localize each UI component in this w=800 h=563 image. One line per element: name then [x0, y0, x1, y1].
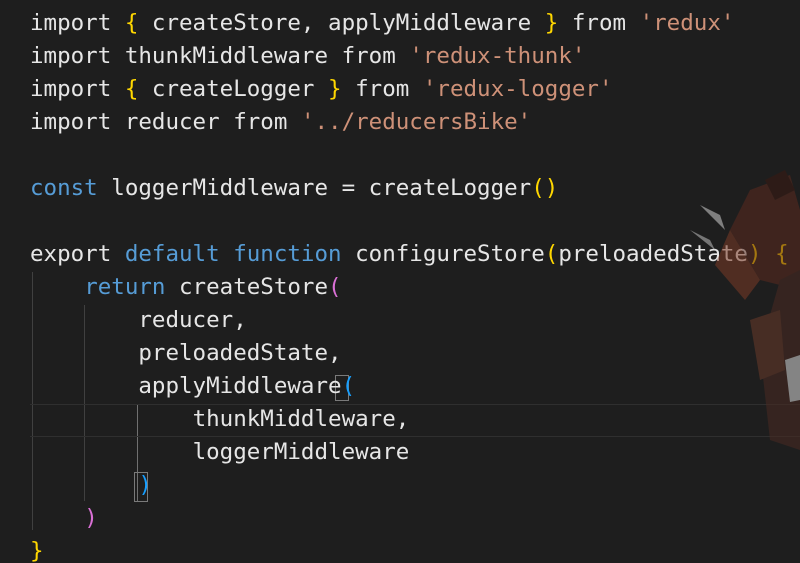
import-name: thunkMiddleware: [124, 43, 329, 69]
code-line-12[interactable]: applyMiddleware(: [30, 370, 355, 403]
code-line-15[interactable]: ): [30, 469, 152, 502]
brace-open: {: [124, 76, 139, 102]
module-string: 'redux': [639, 10, 735, 36]
keyword-default: default: [124, 241, 220, 267]
function-call: createLogger: [368, 175, 532, 201]
argument: preloadedState,: [138, 340, 342, 366]
brace-close: }: [544, 10, 559, 36]
import-names: createStore, applyMiddleware: [138, 10, 545, 36]
paren-close: ): [84, 505, 98, 531]
import-names: createLogger: [138, 76, 329, 102]
code-line-16[interactable]: ): [30, 502, 98, 535]
code-line-4[interactable]: import reducer from '../reducersBike': [30, 106, 531, 139]
keyword-import: import: [30, 10, 112, 36]
keyword-export: export: [30, 241, 112, 267]
variable-name: loggerMiddleware: [111, 175, 329, 201]
brace-close: }: [328, 76, 342, 102]
code-line-11[interactable]: preloadedState,: [30, 337, 342, 370]
code-line-17[interactable]: }: [30, 535, 44, 563]
keyword-const: const: [30, 175, 98, 201]
code-line-8[interactable]: export default function configureStore(p…: [30, 238, 789, 271]
code-line-3[interactable]: import { createLogger } from 'redux-logg…: [30, 73, 613, 106]
brace-open: {: [124, 10, 139, 36]
argument: thunkMiddleware,: [192, 406, 410, 432]
import-name: reducer: [124, 109, 220, 135]
code-line-10[interactable]: reducer,: [30, 304, 247, 337]
module-string: 'redux-thunk': [409, 43, 586, 69]
argument: loggerMiddleware: [192, 439, 410, 465]
paren-open: (: [328, 274, 342, 300]
keyword-function: function: [233, 241, 342, 267]
code-line-2[interactable]: import thunkMiddleware from 'redux-thunk…: [30, 40, 585, 73]
anime-mascot-icon: [690, 170, 800, 450]
paren-open: (: [341, 373, 356, 399]
module-string: 'redux-logger': [422, 76, 613, 102]
keyword-import: import: [30, 76, 112, 102]
keyword-return: return: [84, 274, 166, 300]
keyword-from: from: [571, 10, 627, 36]
code-editor[interactable]: import { createStore, applyMiddleware } …: [0, 0, 800, 563]
keyword-import: import: [30, 43, 112, 69]
call-parens: (): [531, 175, 559, 201]
code-line-6[interactable]: const loggerMiddleware = createLogger(): [30, 172, 558, 205]
code-line-1[interactable]: import { createStore, applyMiddleware } …: [30, 7, 734, 40]
code-line-14[interactable]: loggerMiddleware: [30, 436, 410, 469]
function-call: applyMiddleware: [138, 373, 342, 399]
brace-close: }: [30, 538, 44, 563]
code-line-13[interactable]: thunkMiddleware,: [30, 403, 410, 436]
code-line-9[interactable]: return createStore(: [30, 271, 342, 304]
function-name: configureStore: [355, 241, 545, 267]
keyword-from: from: [355, 76, 410, 102]
keyword-import: import: [30, 109, 112, 135]
operator-assign: =: [341, 175, 356, 201]
module-string: '../reducersBike': [300, 109, 532, 135]
keyword-from: from: [341, 43, 396, 69]
keyword-from: from: [233, 109, 288, 135]
argument: reducer,: [138, 307, 247, 333]
paren-open: (: [544, 241, 559, 267]
paren-close: ): [138, 472, 152, 498]
function-call: createStore: [179, 274, 329, 300]
